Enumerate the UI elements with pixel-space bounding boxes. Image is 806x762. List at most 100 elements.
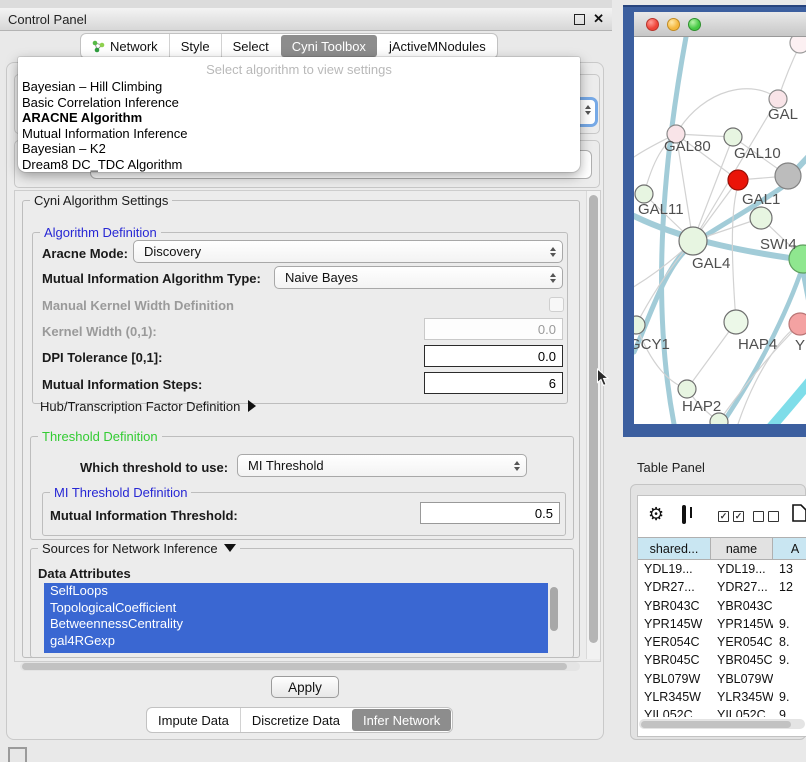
- column-header-shared-[interactable]: shared...: [638, 537, 711, 560]
- table-row[interactable]: YBR043CYBR043C: [638, 597, 806, 615]
- settings-vertical-scrollbar[interactable]: [586, 191, 600, 659]
- table-cell[interactable]: YPR145W: [711, 615, 773, 633]
- table-cell[interactable]: YER054C: [638, 633, 711, 651]
- dropdown-item-aracne-algorithm[interactable]: ARACNE Algorithm: [18, 110, 580, 126]
- scrollbar-thumb[interactable]: [550, 587, 558, 631]
- network-node[interactable]: [790, 37, 806, 53]
- deselect-all-checks-icon[interactable]: [753, 511, 779, 522]
- mi-type-combo[interactable]: Naive Bayes: [274, 266, 563, 289]
- table-cell[interactable]: YBR045C: [638, 651, 711, 669]
- table-cell[interactable]: 9.: [773, 688, 806, 706]
- mi-steps-input[interactable]: [424, 372, 563, 394]
- dropdown-item-mutual-information-inference[interactable]: Mutual Information Inference: [18, 126, 580, 142]
- column-visibility-icon[interactable]: [682, 505, 686, 524]
- table-cell[interactable]: YDL19...: [638, 560, 711, 578]
- network-node[interactable]: [775, 163, 801, 189]
- table-cell[interactable]: YBR045C: [711, 651, 773, 669]
- data-attributes-list[interactable]: SelfLoopsTopologicalCoefficientBetweenne…: [44, 583, 548, 653]
- minimized-panel-icon[interactable]: [8, 747, 27, 762]
- tab-select[interactable]: Select: [221, 34, 280, 58]
- attribute-item-gal4rgexp[interactable]: gal4RGexp: [44, 633, 548, 650]
- table-cell[interactable]: 13: [773, 560, 806, 578]
- table-row[interactable]: YLR345WYLR345W9.: [638, 688, 806, 706]
- column-header-a[interactable]: A: [773, 537, 806, 560]
- table-cell[interactable]: [773, 670, 806, 688]
- kernel-width-input[interactable]: [424, 318, 563, 340]
- tab-cyni-toolbox[interactable]: Cyni Toolbox: [281, 35, 377, 57]
- export-table-icon[interactable]: [792, 504, 806, 526]
- table-cell[interactable]: YLR345W: [711, 688, 773, 706]
- table-cell[interactable]: YDR27...: [711, 578, 773, 596]
- attributes-list-scrollbar[interactable]: [549, 585, 559, 649]
- table-row[interactable]: YER054CYER054C8.: [638, 633, 806, 651]
- dropdown-item-bayesian-k2[interactable]: Bayesian – K2: [18, 141, 580, 157]
- tab-jactivemnodules[interactable]: jActiveMNodules: [378, 34, 497, 58]
- table-cell[interactable]: 9.: [773, 706, 806, 717]
- minimize-window-icon[interactable]: [667, 18, 680, 31]
- table-row[interactable]: YBR045CYBR045C9.: [638, 651, 806, 669]
- table-cell[interactable]: YBL079W: [711, 670, 773, 688]
- table-horizontal-scrollbar[interactable]: [639, 719, 805, 729]
- attribute-item-selfloops[interactable]: SelfLoops: [44, 583, 548, 600]
- manual-kernel-checkbox[interactable]: [549, 297, 564, 312]
- collapse-arrow-icon[interactable]: [224, 544, 236, 552]
- table-row[interactable]: YIL052CYIL052C9.: [638, 706, 806, 717]
- tab-style[interactable]: Style: [169, 34, 221, 58]
- close-window-icon[interactable]: [646, 18, 659, 31]
- table-cell[interactable]: YIL052C: [638, 706, 711, 717]
- table-settings-gear-icon[interactable]: ⚙: [648, 505, 664, 523]
- settings-horizontal-scrollbar[interactable]: [20, 662, 580, 671]
- dpi-tolerance-input[interactable]: [424, 345, 563, 367]
- table-row[interactable]: YBL079WYBL079W: [638, 670, 806, 688]
- dropdown-item-bayesian-hill-climbing[interactable]: Bayesian – Hill Climbing: [18, 79, 580, 95]
- column-header-name[interactable]: name: [711, 537, 773, 560]
- network-node[interactable]: [728, 170, 748, 190]
- table-cell[interactable]: [773, 597, 806, 615]
- scrollbar-thumb[interactable]: [589, 195, 598, 643]
- table-cell[interactable]: YDL19...: [711, 560, 773, 578]
- table-cell[interactable]: YBR043C: [711, 597, 773, 615]
- network-node-hap2[interactable]: [678, 380, 696, 398]
- close-panel-icon[interactable]: ✕: [593, 14, 604, 24]
- apply-button[interactable]: Apply: [271, 676, 339, 698]
- table-cell[interactable]: YIL052C: [711, 706, 773, 717]
- table-cell[interactable]: YDR27...: [638, 578, 711, 596]
- control-panel-title: Control Panel: [8, 12, 87, 27]
- aracne-mode-combo[interactable]: Discovery: [133, 240, 563, 263]
- which-threshold-combo[interactable]: MI Threshold: [237, 454, 527, 477]
- tab-infer-network[interactable]: Infer Network: [352, 709, 451, 731]
- tab-network[interactable]: Network: [81, 34, 169, 58]
- scrollbar-thumb[interactable]: [22, 663, 567, 670]
- mi-threshold-input[interactable]: [420, 502, 560, 524]
- network-node-gal10[interactable]: [724, 128, 742, 146]
- table-cell[interactable]: YBL079W: [638, 670, 711, 688]
- float-panel-icon[interactable]: [574, 14, 585, 25]
- table-cell[interactable]: YER054C: [711, 633, 773, 651]
- table-row[interactable]: YDR27...YDR27...12: [638, 578, 806, 596]
- network-window-titlebar[interactable]: [634, 12, 806, 37]
- tab-impute-data[interactable]: Impute Data: [147, 708, 240, 732]
- select-all-checks-icon[interactable]: ✓✓: [718, 511, 744, 522]
- table-cell[interactable]: YPR145W: [638, 615, 711, 633]
- zoom-window-icon[interactable]: [688, 18, 701, 31]
- table-cell[interactable]: 8.: [773, 633, 806, 651]
- attribute-item-betweennesscentrality[interactable]: BetweennessCentrality: [44, 616, 548, 633]
- network-view[interactable]: GALGAL80GAL10GAL1GAL11GAL4SWI4GCY1HAP4YH…: [634, 37, 806, 424]
- table-cell[interactable]: 9.: [773, 651, 806, 669]
- network-node-hap4[interactable]: [724, 310, 748, 334]
- network-node-gal4[interactable]: [679, 227, 707, 255]
- tab-discretize-data[interactable]: Discretize Data: [240, 708, 351, 732]
- network-node-gal1[interactable]: [750, 207, 772, 229]
- network-node-y[interactable]: [789, 313, 806, 335]
- table-row[interactable]: YPR145WYPR145W9.: [638, 615, 806, 633]
- table-cell[interactable]: YBR043C: [638, 597, 711, 615]
- scrollbar-thumb[interactable]: [641, 721, 791, 728]
- table-row[interactable]: YDL19...YDL19...13: [638, 560, 806, 578]
- hub-definition-toggle[interactable]: Hub/Transcription Factor Definition: [40, 399, 256, 414]
- dropdown-item-basic-correlation-inference[interactable]: Basic Correlation Inference: [18, 95, 580, 111]
- table-cell[interactable]: 12: [773, 578, 806, 596]
- dropdown-item-dream8-dc-tdc-algorithm[interactable]: Dream8 DC_TDC Algorithm: [18, 157, 580, 173]
- table-cell[interactable]: 9.: [773, 615, 806, 633]
- table-cell[interactable]: YLR345W: [638, 688, 711, 706]
- attribute-item-topologicalcoefficient[interactable]: TopologicalCoefficient: [44, 600, 548, 617]
